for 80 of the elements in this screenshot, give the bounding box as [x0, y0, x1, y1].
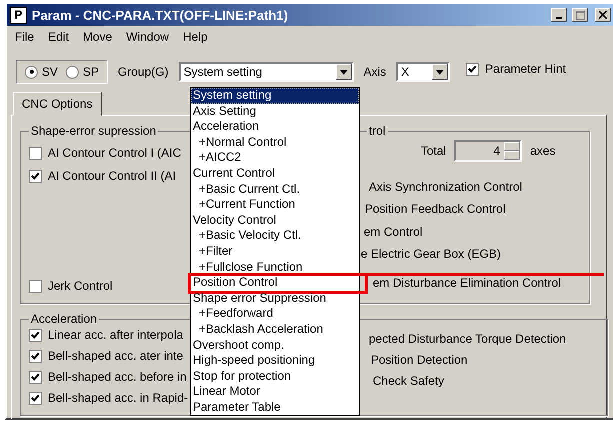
total-label: Total: [421, 144, 446, 158]
dropdown-item[interactable]: Current Control: [191, 166, 359, 182]
checkmark-icon: [31, 172, 40, 180]
tab[interactable]: CNC Options: [13, 92, 102, 116]
group-title: Acceleration: [30, 312, 98, 326]
option-label: em Control: [364, 224, 423, 241]
checkbox-label[interactable]: AI Contour Control II (AI: [48, 169, 176, 183]
checkbox-label[interactable]: Linear acc. after interpola: [48, 328, 184, 342]
option-label: Axis Synchronization Control: [369, 178, 522, 196]
dropdown-item[interactable]: +Basic Velocity Ctl.: [191, 228, 359, 244]
checkbox-label[interactable]: Bell-shaped acc. in Rapid-: [48, 391, 188, 405]
minimize-button[interactable]: [551, 8, 567, 22]
dropdown-item[interactable]: Acceleration: [191, 119, 359, 135]
checkmark-icon: [468, 64, 478, 74]
dropdown-item[interactable]: Position Control: [191, 275, 359, 291]
dropdown-item[interactable]: System setting: [191, 88, 359, 104]
radio-label[interactable]: SV: [42, 65, 58, 79]
axis-label: Axis: [364, 65, 386, 79]
checkbox-label[interactable]: Parameter Hint: [485, 62, 566, 76]
option-label: em Disturbance Elimination Control: [373, 275, 562, 291]
checkbox[interactable]: [29, 170, 42, 182]
checkbox[interactable]: [29, 370, 42, 384]
dropdown-item[interactable]: Axis Setting: [191, 104, 359, 120]
group-title: Shape-error supression: [30, 124, 158, 138]
dropdown-item[interactable]: +AICC2: [191, 150, 359, 166]
window-title: Param - CNC-PARA.TXT(OFF-LINE:Path1): [32, 8, 290, 22]
checkbox-label[interactable]: Jerk Control: [48, 279, 113, 293]
checkbox-label[interactable]: Bell-shaped acc. ater inte: [48, 349, 184, 363]
menu-item[interactable]: File: [9, 30, 40, 46]
group-label: Group(G): [118, 65, 169, 79]
checkmark-icon: [31, 352, 40, 360]
checkbox-label[interactable]: AI Contour Control I (AIC: [48, 146, 182, 160]
unit-label: axes: [530, 144, 556, 158]
dropdown-item[interactable]: +Fullclose Function: [191, 260, 359, 276]
checkbox[interactable]: [29, 328, 42, 342]
dropdown-item[interactable]: +Backlash Acceleration: [191, 322, 359, 338]
checkbox[interactable]: [466, 62, 480, 76]
maximize-button[interactable]: [572, 8, 588, 22]
group-dropdown[interactable]: System setting: [178, 62, 354, 82]
dropdown-item[interactable]: Shape error Suppression: [191, 290, 359, 306]
dropdown-item[interactable]: +Feedforward: [191, 306, 359, 322]
checkmark-icon: [31, 330, 40, 340]
menu-item[interactable]: Edit: [42, 30, 76, 46]
group-title: trol: [368, 124, 387, 138]
axes-count-field[interactable]: 4: [454, 140, 522, 162]
dropdown-item[interactable]: Stop for protection: [191, 368, 359, 384]
dropdown-item[interactable]: +Current Function: [191, 197, 359, 213]
dropdown-item[interactable]: Parameter Table: [191, 400, 359, 416]
maximize-icon: [576, 10, 584, 20]
checkbox[interactable]: [29, 146, 42, 160]
dropdown-item[interactable]: +Normal Control: [191, 134, 359, 150]
option-label: Position Feedback Control: [365, 201, 506, 218]
radio-button[interactable]: [66, 66, 80, 78]
dropdown-item[interactable]: High-speed positioning: [191, 353, 359, 369]
option-label: pected Disturbance Torque Detection: [369, 331, 566, 347]
close-button[interactable]: [595, 8, 611, 22]
option-label: Position Detection: [371, 352, 468, 368]
checkbox[interactable]: [29, 350, 42, 362]
dropdown-arrow-icon: [340, 70, 348, 74]
dropdown-item[interactable]: +Filter: [191, 244, 359, 260]
checkbox-label[interactable]: Bell-shaped acc. before in: [48, 370, 187, 384]
radio-button[interactable]: [25, 66, 38, 78]
dropdown-item[interactable]: Linear Motor: [191, 384, 359, 400]
dropdown-item[interactable]: Overshoot comp.: [191, 338, 359, 354]
app-icon: P: [10, 6, 27, 24]
radio-label[interactable]: SP: [83, 65, 100, 79]
option-label: e Electric Gear Box (EGB): [361, 246, 502, 262]
menu-item[interactable]: Move: [77, 30, 118, 46]
option-label: Check Safety: [373, 373, 444, 389]
dropdown-arrow-icon: [436, 70, 444, 74]
dropdown-item[interactable]: +Basic Current Ctl.: [191, 182, 359, 198]
axis-dropdown[interactable]: X: [396, 62, 450, 82]
checkbox[interactable]: [29, 392, 42, 404]
checkbox[interactable]: [29, 280, 42, 292]
menu-item[interactable]: Help: [177, 30, 214, 46]
menu-item[interactable]: Window: [120, 30, 176, 46]
close-icon: [599, 11, 607, 19]
dropdown-item[interactable]: Velocity Control: [191, 212, 359, 228]
checkmark-icon: [31, 394, 40, 402]
checkmark-icon: [31, 372, 40, 382]
